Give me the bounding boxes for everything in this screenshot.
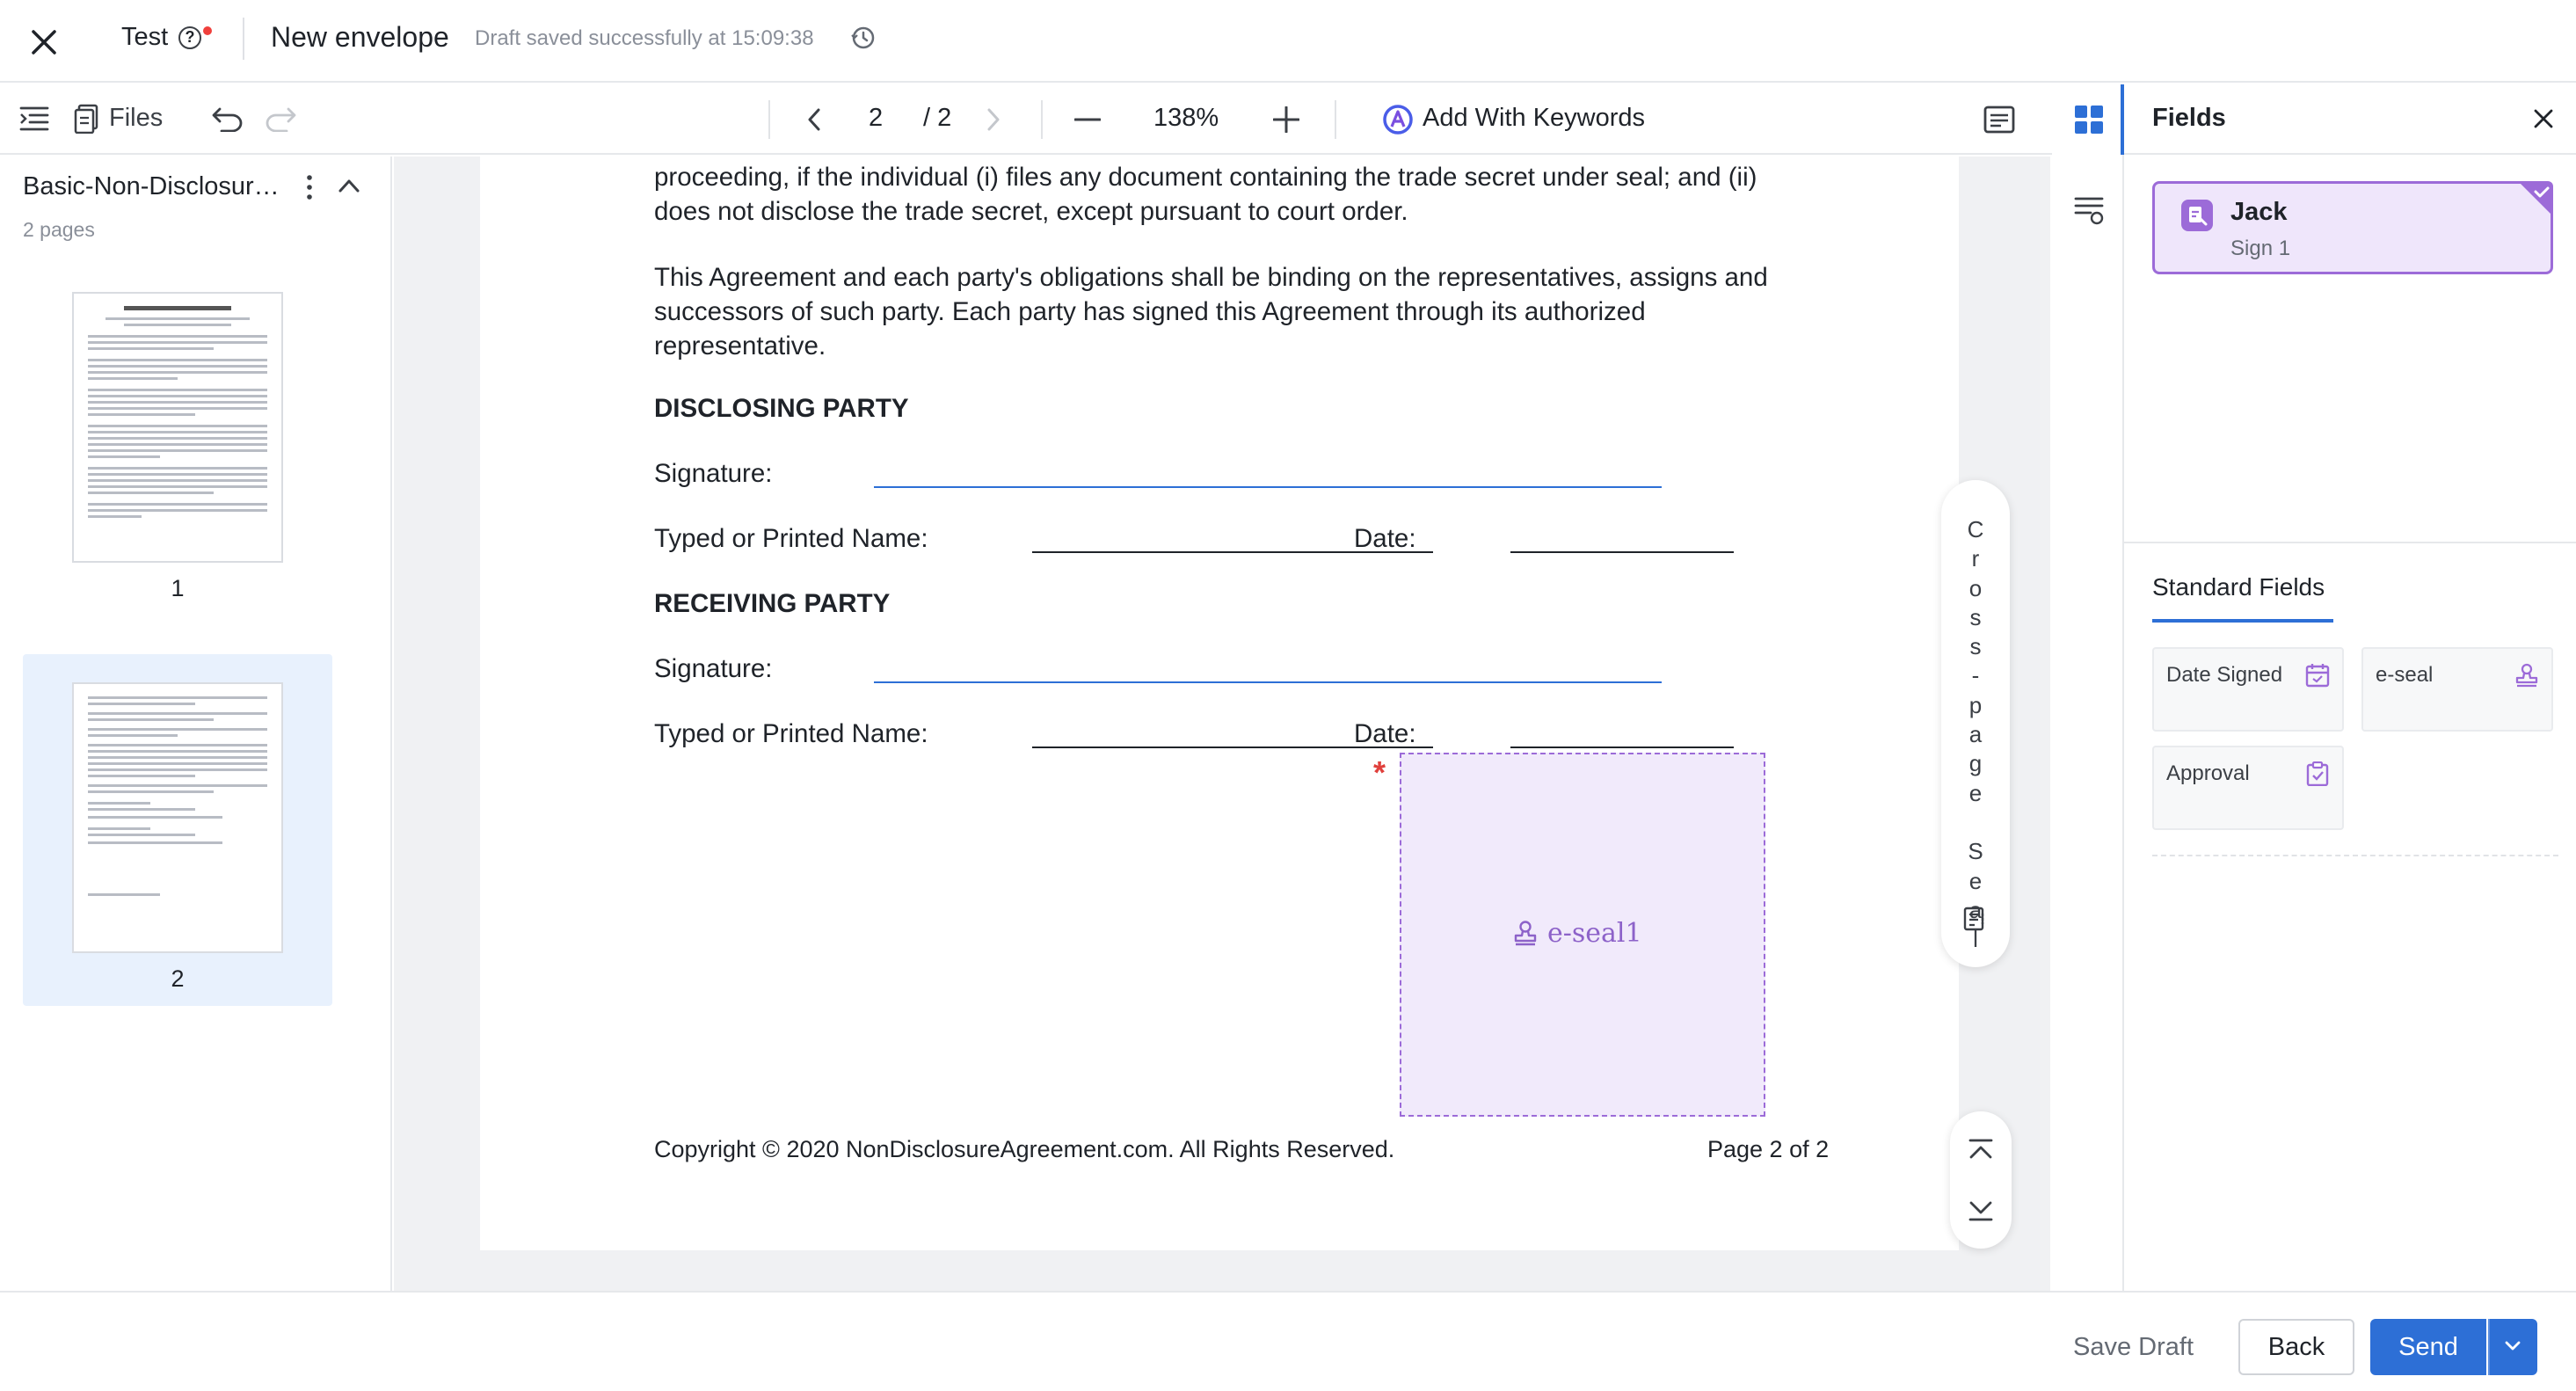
fields-panel: Fields Jack Sign 1 Standard Fields Date … [2124, 84, 2576, 1291]
page-number: 1 [171, 575, 185, 601]
typed-name-label: Typed or Printed Name: [654, 524, 928, 553]
close-icon[interactable] [26, 25, 62, 60]
cross-page-seal-icon [1962, 906, 1989, 932]
add-with-keywords-button[interactable]: Add With Keywords [1423, 104, 1645, 133]
field-list-icon[interactable] [2073, 193, 2105, 225]
thumbnail-image [72, 682, 283, 953]
field-label: Approval [2166, 761, 2250, 785]
envelope-name[interactable]: Test [121, 23, 168, 52]
back-button[interactable]: Back [2238, 1319, 2354, 1375]
files-button[interactable]: Files [109, 104, 163, 133]
recipient-name: Jack [2230, 198, 2288, 226]
outline-toggle-icon[interactable] [19, 106, 49, 132]
save-draft-button[interactable]: Save Draft [2073, 1333, 2194, 1362]
close-panel-icon[interactable] [2532, 107, 2555, 130]
right-tool-rail [2052, 84, 2124, 1291]
bottom-action-bar: Save Draft Back Send [0, 1291, 2576, 1391]
divider [768, 100, 770, 139]
fields-grid-icon[interactable] [2073, 104, 2105, 135]
selected-check-icon [2518, 181, 2553, 216]
divider [2124, 153, 2576, 155]
prev-page-icon[interactable] [805, 107, 823, 132]
send-button[interactable]: Send [2370, 1319, 2486, 1375]
page-count: 2 pages [23, 218, 95, 241]
cross-page-seal-button[interactable]: C r o s s - p a g e S e a l [1941, 480, 2010, 967]
document-name: Basic-Non-Disclosure-Agreement [23, 172, 287, 200]
top-bar: Test ? New envelope Draft saved successf… [0, 0, 2576, 83]
files-icon[interactable] [74, 104, 100, 134]
document-canvas[interactable]: proceeding, if the individual (i) files … [394, 157, 2050, 1291]
current-page-input[interactable]: 2 [869, 104, 883, 133]
next-page-icon[interactable] [985, 107, 1002, 132]
help-icon[interactable]: ? [178, 26, 201, 49]
stamp-icon [2514, 663, 2539, 688]
recipient-card[interactable]: Jack Sign 1 [2152, 181, 2553, 274]
field-approval[interactable]: Approval [2152, 746, 2344, 830]
keyword-icon[interactable] [1382, 104, 1414, 135]
page-footer: Page 2 of 2 [1707, 1136, 1830, 1162]
divider [1041, 100, 1043, 139]
save-status: Draft saved successfully at 15:09:38 [475, 26, 814, 50]
page-thumbnail-2[interactable]: 2 [23, 654, 332, 1006]
page-thumbnails-panel: Basic-Non-Disclosure-Agreement 2 pages 1 [0, 157, 392, 1291]
zoom-in-icon[interactable] [1273, 106, 1299, 133]
divider [2152, 855, 2558, 856]
field-label: Date Signed [2166, 663, 2283, 687]
toolbar: Files 2 / 2 138% Add With Keywords [0, 84, 2052, 155]
date-line [1510, 551, 1734, 553]
section-heading: RECEIVING PARTY [654, 589, 891, 618]
tab-standard-fields[interactable]: Standard Fields [2152, 573, 2325, 601]
field-date-signed[interactable]: Date Signed [2152, 647, 2344, 732]
page-number: 2 [171, 965, 185, 992]
recipient-role: Sign 1 [2230, 237, 2291, 260]
divider [243, 18, 244, 60]
divider [2124, 542, 2576, 543]
e-seal-field-label: e-seal1 [1547, 918, 1642, 949]
signature-label: Signature: [654, 459, 773, 488]
history-icon[interactable] [851, 25, 876, 50]
redo-icon[interactable] [264, 106, 297, 132]
undo-icon[interactable] [211, 106, 244, 132]
panel-title: Fields [2152, 104, 2226, 132]
page-thumbnail-1[interactable]: 1 [23, 264, 332, 615]
clipboard-check-icon [2305, 761, 2330, 786]
paragraph: This Agreement and each party's obligati… [654, 263, 1768, 360]
page-title: New envelope [271, 21, 449, 53]
field-e-seal[interactable]: e-seal [2361, 647, 2553, 732]
active-tab-underline [2152, 619, 2333, 623]
page-jump-controls [1950, 1111, 2012, 1249]
zoom-level[interactable]: 138% [1153, 104, 1219, 133]
calendar-icon [2305, 663, 2330, 688]
last-page-icon[interactable] [1968, 1199, 1994, 1222]
date-label: Date: [1354, 719, 1416, 748]
signature-line [874, 681, 1662, 683]
typed-name-label: Typed or Printed Name: [654, 719, 928, 748]
paragraph: proceeding, if the individual (i) files … [654, 163, 1757, 226]
first-page-icon[interactable] [1968, 1138, 1994, 1161]
field-label: e-seal [2376, 663, 2434, 687]
cross-page-seal-label: C r o s s - p a g e S e a l [1967, 516, 1984, 953]
total-pages: / 2 [923, 104, 952, 132]
zoom-out-icon[interactable] [1074, 118, 1101, 121]
date-label: Date: [1354, 524, 1416, 553]
more-options-icon[interactable] [304, 174, 315, 200]
divider [1335, 100, 1336, 139]
required-mark: * [1373, 754, 1386, 790]
signature-label: Signature: [654, 654, 773, 683]
notification-dot [203, 26, 212, 35]
signature-line [874, 486, 1662, 488]
thumbnail-image [72, 292, 283, 563]
chevron-down-icon [2504, 1340, 2521, 1352]
chevron-up-icon[interactable] [338, 178, 360, 193]
comments-icon[interactable] [1983, 106, 2015, 134]
section-heading: DISCLOSING PARTY [654, 394, 909, 423]
send-options-button[interactable] [2488, 1319, 2537, 1375]
date-line [1510, 746, 1734, 748]
copyright-footer: Copyright © 2020 NonDisclosureAgreement.… [654, 1136, 1395, 1162]
recipient-icon [2179, 198, 2215, 233]
stamp-icon [1512, 920, 1539, 946]
